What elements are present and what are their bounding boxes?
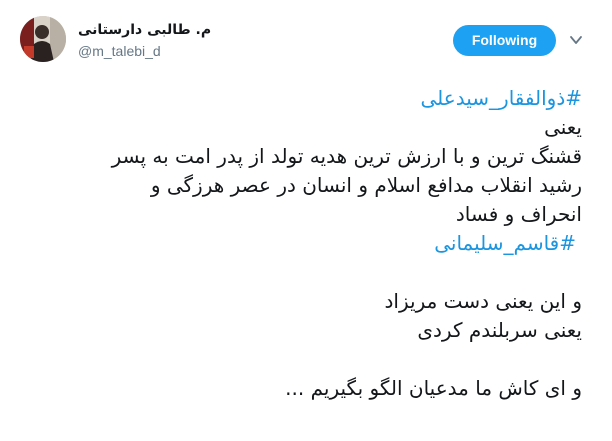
following-button[interactable]: Following xyxy=(453,25,556,56)
tweet-text: #ذوالفقار_سیدعلی یعنی قشنگ ترین و با ارز… xyxy=(20,84,582,403)
chevron-down-icon[interactable] xyxy=(569,33,583,47)
tweet-line: انحراف و فساد xyxy=(455,202,582,226)
tweet-line: و ای کاش ما مدعیان الگو بگیریم ... xyxy=(285,376,582,400)
tweet-line: یعنی xyxy=(544,115,582,139)
author-info: م. طالبی دارستانی @m_talebi_d xyxy=(78,20,211,61)
author-display-name[interactable]: م. طالبی دارستانی xyxy=(78,20,211,40)
hashtag-link[interactable]: #ذوالفقار_سیدعلی xyxy=(20,84,582,113)
tweet-line: قشنگ ترین و با ارزش ترین هدیه تولد از پد… xyxy=(111,144,582,168)
avatar[interactable] xyxy=(20,16,66,62)
tweet-card: م. طالبی دارستانی @m_talebi_d Following … xyxy=(0,0,612,441)
tweet-line: رشید انقلاب مدافع اسلام و انسان در عصر ه… xyxy=(150,173,582,197)
author-handle[interactable]: @m_talebi_d xyxy=(78,41,211,61)
hashtag-link[interactable]: #قاسم_سلیمانی xyxy=(20,229,582,258)
tweet-line: یعنی سربلندم کردی xyxy=(417,318,582,342)
avatar-image xyxy=(20,16,66,62)
tweet-line: و این یعنی دست مریزاد xyxy=(384,289,582,313)
